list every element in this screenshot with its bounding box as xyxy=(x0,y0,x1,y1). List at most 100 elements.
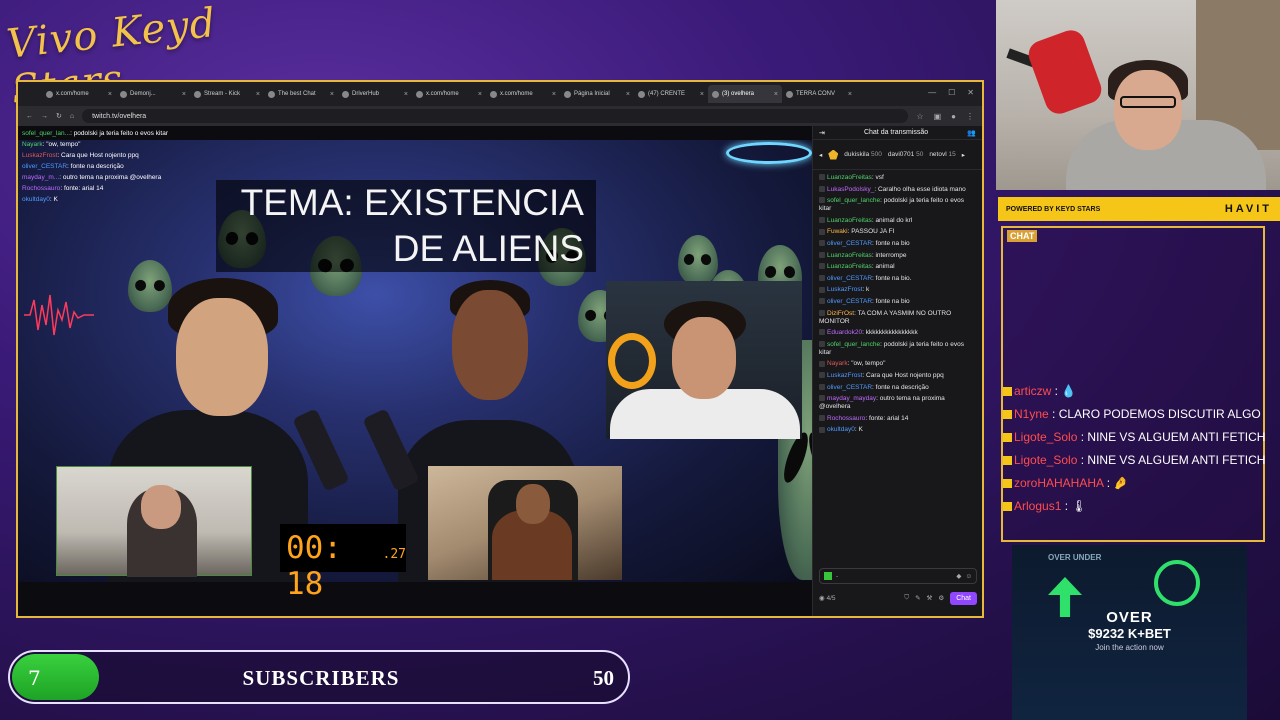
chat-username[interactable]: sofel_quer_lanche xyxy=(827,197,880,204)
pen-icon[interactable]: ✎ xyxy=(915,594,920,602)
browser-tab[interactable]: DriverHub × xyxy=(338,85,412,103)
tools-icon[interactable]: ⚒ xyxy=(927,594,933,602)
user-badge-icon xyxy=(819,309,825,316)
tab-favicon-icon xyxy=(268,90,275,98)
tab-close-icon[interactable]: × xyxy=(108,91,112,98)
chat-text: fonte na bio xyxy=(875,239,910,247)
leaderboard-entry[interactable]: netovl 15 xyxy=(929,151,955,158)
chat-message: oliver_CESTAR: fonte na bio. xyxy=(819,275,976,283)
leaderboard-entry[interactable]: davi0701 50 xyxy=(888,151,923,158)
users-icon[interactable]: 👥 xyxy=(967,129,976,137)
chat-username[interactable]: oliver_CESTAR xyxy=(827,298,872,305)
chat-username[interactable]: oliver_CESTAR xyxy=(827,275,872,282)
overlay-username: N1yne xyxy=(1014,407,1049,421)
browser-tab[interactable]: x.com/home × xyxy=(412,85,486,103)
chat-username[interactable]: okultday0 xyxy=(827,426,855,433)
maximize-icon[interactable]: ☐ xyxy=(948,88,955,97)
emote-picker-icon[interactable]: ☺ xyxy=(965,573,972,580)
star-icon[interactable]: ☆ xyxy=(916,112,923,121)
browser-tab[interactable]: (47) CRENTE × xyxy=(634,85,708,103)
browser-tab[interactable]: (3) ovelhera × xyxy=(708,85,782,103)
chat-username[interactable]: Eduardok20 xyxy=(827,329,862,336)
subscriber-label: SUBSCRIBERS xyxy=(242,666,400,690)
chat-input[interactable]: - ◆ ☺ xyxy=(819,568,977,584)
user-badge-icon xyxy=(819,240,825,247)
chat-overlay-header: CHAT xyxy=(1007,230,1038,242)
minimize-icon[interactable]: — xyxy=(928,88,936,97)
overlay-chat-user: Rochossauro xyxy=(22,185,61,192)
close-icon[interactable]: ✕ xyxy=(967,88,974,97)
chat-username[interactable]: LuanzaoFreitas xyxy=(827,174,872,181)
chat-text: "ow, tempo" xyxy=(851,360,886,368)
user-badge-icon xyxy=(819,395,825,402)
next-arrow-icon[interactable]: ▸ xyxy=(962,151,965,159)
chat-username[interactable]: Rochossauro xyxy=(827,415,865,422)
bits-icon[interactable]: ◆ xyxy=(956,572,961,580)
chat-username[interactable]: LukasPodolsky_ xyxy=(827,186,874,193)
overlay-chat-user: oliver_CESTAR xyxy=(22,163,68,170)
prev-arrow-icon[interactable]: ◂ xyxy=(819,151,822,159)
overlay-username: Arlogus1 xyxy=(1014,499,1062,513)
tab-label: (3) ovelhera xyxy=(722,91,755,97)
chat-username[interactable]: mayday_mayday xyxy=(827,395,876,402)
tab-close-icon[interactable]: × xyxy=(848,91,852,98)
profile-icon[interactable]: ● xyxy=(951,112,956,121)
tab-close-icon[interactable]: × xyxy=(404,91,408,98)
channel-points[interactable]: ◉ 4/5 xyxy=(819,594,836,602)
home-icon[interactable]: ⌂ xyxy=(70,113,74,120)
url-text: twitch.tv/ovelhera xyxy=(92,112,147,120)
overlay-message-text: NINE VS ALGUEM ANTI FETICHES xyxy=(1087,430,1265,444)
browser-tab[interactable]: The best Chat × xyxy=(264,85,338,103)
browser-tab[interactable]: x.com/home × xyxy=(42,85,116,103)
collapse-chat-icon[interactable]: ⇥ xyxy=(819,129,825,137)
tab-close-icon[interactable]: × xyxy=(552,91,556,98)
chat-username[interactable]: oliver_CESTAR xyxy=(827,384,872,391)
chat-send-button[interactable]: Chat xyxy=(950,591,977,605)
overlay-chat-line: LuskazFrost: Cara que Host nojento ppq xyxy=(22,150,212,161)
emote-badge-icon[interactable] xyxy=(824,572,832,580)
browser-tab[interactable]: TERRA CONV × xyxy=(782,85,856,103)
chat-text: kkkkkkkkkkkkkkkk xyxy=(865,329,918,337)
leaderboard-entry[interactable]: dukiskila 500 xyxy=(844,151,882,158)
overlay-colon: : xyxy=(1048,407,1059,421)
overlay-colon: : xyxy=(1051,384,1062,398)
chat-username[interactable]: DiziFrOst xyxy=(827,310,854,317)
browser-tab[interactable]: x.com/home × xyxy=(486,85,560,103)
tab-favicon-icon xyxy=(490,90,497,98)
url-input[interactable]: twitch.tv/ovelhera xyxy=(82,109,909,123)
tab-close-icon[interactable]: × xyxy=(478,91,482,98)
tab-close-icon[interactable]: × xyxy=(330,91,334,98)
overlay-chat-text: fonte: arial 14 xyxy=(63,185,104,192)
chat-username[interactable]: LuskazFrost xyxy=(827,372,862,379)
chat-username[interactable]: LuskazFrost xyxy=(827,286,862,293)
tab-close-icon[interactable]: × xyxy=(626,91,630,98)
leaderboard-count: 50 xyxy=(916,151,924,158)
reload-icon[interactable]: ↻ xyxy=(56,112,62,120)
chat-username[interactable]: Nayark xyxy=(827,360,848,367)
chat-text: PASSOU JA FI xyxy=(851,228,895,236)
tab-close-icon[interactable]: × xyxy=(182,91,186,98)
chat-username[interactable]: oliver_CESTAR xyxy=(827,240,872,247)
menu-icon[interactable]: ⋮ xyxy=(966,112,974,121)
chat-username[interactable]: LuanzaoFreitas xyxy=(827,217,872,224)
user-badge-icon xyxy=(819,275,825,282)
extensions-icon[interactable]: ▣ xyxy=(934,112,942,121)
chat-username[interactable]: Fuwaki xyxy=(827,228,848,235)
shield-icon[interactable]: ⛉ xyxy=(904,594,909,602)
video-player[interactable]: TEMA: EXISTENCIA DE ALIENS sofel_quer_la… xyxy=(18,126,812,616)
overlay-chat-line: Nayark: "ow, tempo" xyxy=(22,139,212,150)
browser-tab[interactable]: Stream - Kick × xyxy=(190,85,264,103)
forward-icon[interactable]: → xyxy=(41,113,48,120)
tab-close-icon[interactable]: × xyxy=(256,91,260,98)
tab-close-icon[interactable]: × xyxy=(774,91,778,98)
topic-title-line1: TEMA: EXISTENCIA xyxy=(240,182,584,223)
back-icon[interactable]: ← xyxy=(26,113,33,120)
chat-username[interactable]: sofel_quer_lanche xyxy=(827,341,880,348)
chat-username[interactable]: LuanzaoFreitas xyxy=(827,252,872,259)
chat-username[interactable]: LuanzaoFreitas xyxy=(827,263,872,270)
tab-close-icon[interactable]: × xyxy=(700,91,704,98)
gear-icon[interactable]: ⚙ xyxy=(938,594,944,602)
browser-tab[interactable]: Página Inicial × xyxy=(560,85,634,103)
chat-message: Fuwaki: PASSOU JA FI xyxy=(819,228,976,236)
browser-tab[interactable]: Demonj... × xyxy=(116,85,190,103)
